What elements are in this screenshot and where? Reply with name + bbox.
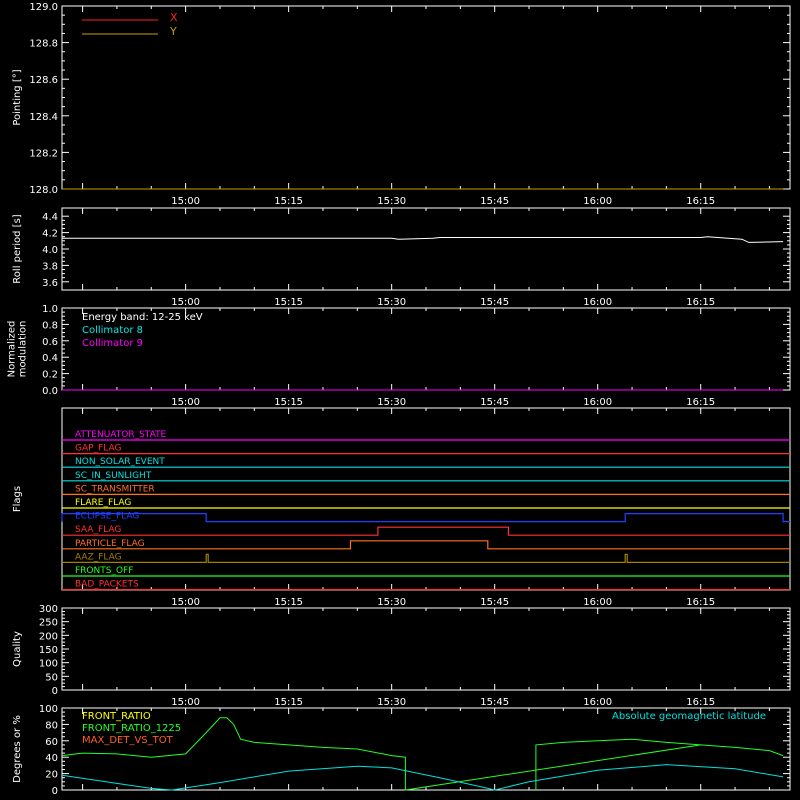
modulation-x-tick-label: 16:00 [583, 397, 612, 408]
quality-y-tick-label: 100 [39, 659, 58, 670]
modulation-y-label: Normalized [7, 321, 18, 378]
pointing-legend-label: Y [169, 25, 177, 38]
modulation-x-tick-label: 15:15 [274, 397, 303, 408]
roll-x-tick-label: 15:00 [171, 297, 200, 308]
quality-y-label: Quality [12, 631, 23, 667]
roll-y-tick-label: 4.2 [42, 229, 58, 240]
roll-x-tick-label: 15:30 [377, 297, 406, 308]
flag-label-eclipse-flag: ECLIPSE_FLAG [75, 512, 139, 522]
quality-y-tick-label: 200 [39, 631, 58, 642]
pointing-legend-label: X [170, 11, 178, 24]
quality-x-tick-label: 15:00 [171, 697, 200, 708]
ratios-y-tick-label: 0 [52, 786, 58, 797]
modulation-y-tick-label: 1.0 [42, 304, 58, 315]
modulation-y-tick-label: 0.8 [42, 320, 58, 331]
modulation-y-tick-label: 0.2 [42, 370, 58, 381]
flag-label-saa-flag: SAA_FLAG [75, 525, 121, 535]
flags-x-tick-label: 15:30 [377, 597, 406, 608]
modulation-x-tick-label: 16:15 [686, 397, 715, 408]
quality-x-tick-label: 15:45 [480, 697, 509, 708]
ratios-y-label: Degrees or % [12, 715, 23, 783]
flags-x-tick-label: 15:45 [480, 597, 509, 608]
quality-y-tick-label: 250 [39, 618, 58, 629]
ratios-y-tick-label: 100 [39, 704, 58, 715]
geomag-legend-label: Absolute geomagnetic latitude [612, 711, 766, 722]
roll-y-label: Roll period [s] [12, 214, 23, 283]
flag-label-fronts-off: FRONTS_OFF [75, 566, 133, 576]
roll-x-tick-label: 15:15 [274, 297, 303, 308]
ratios-legend-label: MAX_DET_VS_TOT [82, 735, 174, 746]
quality-y-tick-label: 50 [45, 672, 58, 683]
roll-x-tick-label: 16:15 [686, 297, 715, 308]
flag-label-flare-flag: FLARE_FLAG [75, 498, 131, 508]
flag-label-aaz-flag: AAZ_FLAG [75, 552, 122, 562]
pointing-y-tick-label: 128.0 [29, 185, 58, 196]
chart-figure: Pointing [°] 128.0 128.2 128.4 128.6 128.8 129… [0, 0, 800, 800]
pointing-y-tick-label: 128.8 [29, 39, 58, 50]
roll-x-tick-label: 16:00 [583, 297, 612, 308]
pointing-y-tick-label: 128.2 [29, 148, 58, 159]
roll-y-tick-label: 3.8 [42, 261, 58, 272]
flags-x-tick-label: 16:15 [686, 597, 715, 608]
pointing-x-tick-label: 16:15 [686, 196, 715, 207]
flags-x-tick-label: 15:15 [274, 597, 303, 608]
quality-x-tick-label: 15:15 [274, 697, 303, 708]
pointing-x-tick-label: 16:00 [583, 196, 612, 207]
flag-label-particle-flag: PARTICLE_FLAG [75, 539, 145, 549]
roll-y-tick-label: 3.6 [42, 278, 58, 289]
pointing-x-tick-label: 15:45 [480, 196, 509, 207]
quality-y-tick-label: 150 [39, 645, 58, 656]
pointing-y-label: Pointing [°] [12, 69, 23, 125]
flags-y-label: Flags [12, 486, 23, 512]
quality-x-tick-label: 16:15 [686, 697, 715, 708]
quality-y-tick-label: 0 [52, 686, 58, 697]
ratios-y-tick-label: 40 [45, 753, 58, 764]
pointing-y-tick-label: 129.0 [29, 2, 58, 13]
energy-band-label: Energy band: 12-25 keV [82, 312, 203, 323]
flag-label-bad-packets: BAD_PACKETS [75, 580, 139, 590]
pointing-x-tick-label: 15:00 [171, 196, 200, 207]
ratios-y-tick-label: 60 [45, 737, 58, 748]
quality-y-tick-label: 300 [39, 604, 58, 615]
ratios-legend-label: FRONT_RATIO_1225 [82, 723, 181, 734]
roll-y-tick-label: 4.0 [42, 245, 58, 256]
modulation-y-tick-label: 0.0 [42, 386, 58, 397]
ratios-y-tick-label: 20 [45, 770, 58, 781]
pointing-y-tick-label: 128.4 [29, 112, 58, 123]
modulation-x-tick-label: 15:00 [171, 397, 200, 408]
modulation-x-tick-label: 15:30 [377, 397, 406, 408]
modulation-legend-label: Collimator 8 [82, 325, 143, 336]
flag-label-sc-in-sunlight: SC_IN_SUNLIGHT [75, 471, 152, 481]
modulation-y-tick-label: 0.4 [42, 353, 58, 364]
roll-x-tick-label: 15:45 [480, 297, 509, 308]
modulation-y-tick-label: 0.6 [42, 337, 58, 348]
flag-label-non-solar-event: NON_SOLAR_EVENT [75, 457, 165, 467]
ratios-y-tick-label: 80 [45, 720, 58, 731]
flag-label-attenuator-state: ATTENUATOR_STATE [75, 430, 167, 440]
flags-x-tick-label: 15:00 [171, 597, 200, 608]
flag-label-sc-transmitter: SC_TRANSMITTER [75, 484, 155, 494]
quality-x-tick-label: 16:00 [583, 697, 612, 708]
modulation-x-tick-label: 15:45 [480, 397, 509, 408]
flags-x-tick-label: 16:00 [583, 597, 612, 608]
pointing-x-tick-label: 15:30 [377, 196, 406, 207]
flag-label-gap-flag: GAP_FLAG [75, 444, 121, 454]
pointing-x-tick-label: 15:15 [274, 196, 303, 207]
ratios-legend-label: FRONT_RATIO [82, 711, 151, 722]
modulation-legend-label: Collimator 9 [82, 338, 143, 349]
roll-y-tick-label: 4.4 [42, 212, 58, 223]
quality-x-tick-label: 15:30 [377, 697, 406, 708]
modulation-y-label: modulation [18, 321, 29, 378]
pointing-y-tick-label: 128.6 [29, 75, 58, 86]
